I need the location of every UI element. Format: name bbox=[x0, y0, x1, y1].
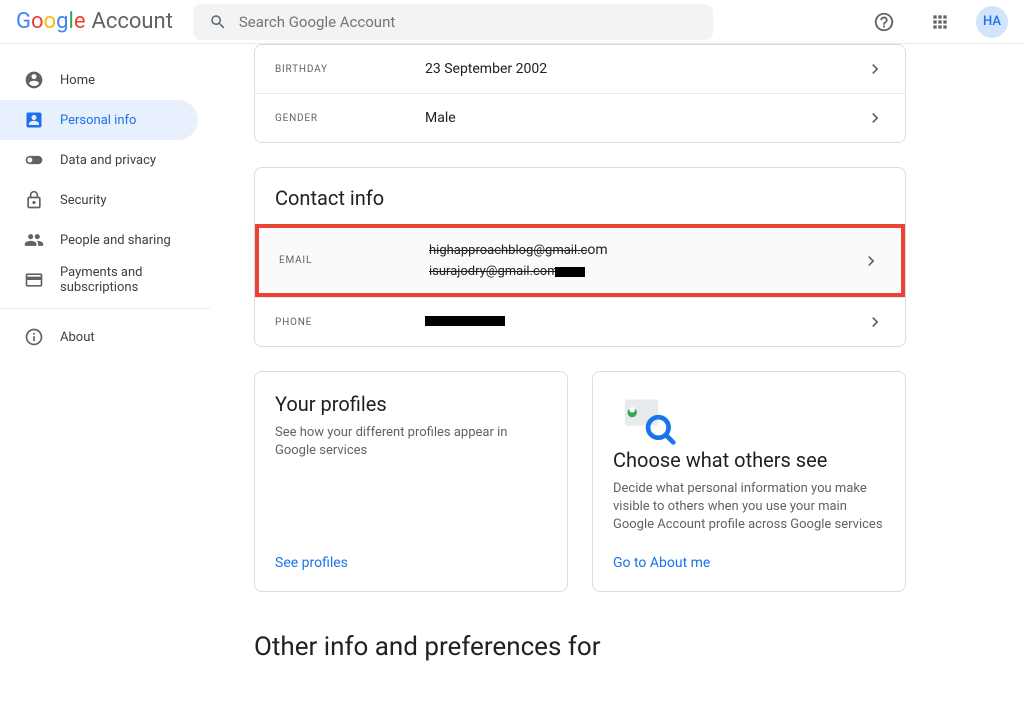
go-about-me-link[interactable]: Go to About me bbox=[613, 555, 885, 571]
people-icon bbox=[24, 230, 44, 250]
sidebar-item-label: Personal info bbox=[60, 113, 136, 128]
profile-search-icon bbox=[621, 392, 677, 448]
sidebar-item-label: Payments and subscriptions bbox=[60, 265, 174, 295]
avatar[interactable]: HA bbox=[976, 6, 1008, 38]
sidebar: Home Personal info Data and privacy Secu… bbox=[0, 44, 210, 702]
lock-icon bbox=[24, 190, 44, 210]
info-icon bbox=[24, 327, 44, 347]
email-label: EMAIL bbox=[279, 255, 429, 266]
your-profiles-desc: See how your different profiles appear i… bbox=[275, 424, 547, 460]
chevron-right-icon bbox=[865, 59, 885, 79]
phone-value bbox=[425, 314, 865, 330]
other-info-heading: Other info and preferences for bbox=[254, 632, 906, 662]
chevron-right-icon bbox=[861, 251, 881, 271]
sidebar-item-data-privacy[interactable]: Data and privacy bbox=[0, 140, 198, 180]
basic-info-card: BIRTHDAY 23 September 2002 GENDER Male bbox=[254, 44, 906, 143]
sidebar-item-label: People and sharing bbox=[60, 233, 171, 248]
sidebar-item-label: Data and privacy bbox=[60, 153, 156, 168]
sidebar-item-label: About bbox=[60, 330, 95, 345]
sidebar-item-home[interactable]: Home bbox=[0, 60, 198, 100]
birthday-row[interactable]: BIRTHDAY 23 September 2002 bbox=[255, 45, 905, 93]
help-icon[interactable] bbox=[864, 2, 904, 42]
choose-others-desc: Decide what personal information you mak… bbox=[613, 480, 885, 535]
id-card-icon bbox=[24, 110, 44, 130]
sidebar-item-security[interactable]: Security bbox=[0, 180, 198, 220]
sidebar-item-label: Security bbox=[60, 193, 107, 208]
your-profiles-card: Your profiles See how your different pro… bbox=[254, 371, 568, 592]
sidebar-item-people-sharing[interactable]: People and sharing bbox=[0, 220, 198, 260]
birthday-value: 23 September 2002 bbox=[425, 61, 865, 77]
phone-row[interactable]: PHONE bbox=[255, 297, 905, 346]
phone-label: PHONE bbox=[275, 317, 425, 328]
person-circle-icon bbox=[24, 70, 44, 90]
gender-label: GENDER bbox=[275, 113, 425, 124]
gender-row[interactable]: GENDER Male bbox=[255, 93, 905, 142]
your-profiles-title: Your profiles bbox=[275, 392, 547, 416]
apps-icon[interactable] bbox=[920, 2, 960, 42]
search-icon bbox=[209, 13, 227, 31]
contact-info-card: Contact info EMAIL highapproachblog@gmai… bbox=[254, 167, 906, 347]
search-input[interactable] bbox=[239, 13, 697, 31]
see-profiles-link[interactable]: See profiles bbox=[275, 555, 547, 571]
chevron-right-icon bbox=[865, 312, 885, 332]
choose-others-title: Choose what others see bbox=[613, 448, 885, 472]
contact-info-title: Contact info bbox=[255, 168, 905, 224]
gender-value: Male bbox=[425, 110, 865, 126]
toggle-icon bbox=[24, 150, 44, 170]
email-value: highapproachblog@gmail.com isurajodry@gm… bbox=[429, 242, 861, 279]
sidebar-item-personal-info[interactable]: Personal info bbox=[0, 100, 198, 140]
search-box[interactable] bbox=[193, 4, 713, 40]
choose-others-card: Choose what others see Decide what perso… bbox=[592, 371, 906, 592]
chevron-right-icon bbox=[865, 108, 885, 128]
sidebar-item-label: Home bbox=[60, 73, 95, 88]
card-icon bbox=[24, 270, 44, 290]
sidebar-item-about[interactable]: About bbox=[0, 317, 198, 357]
divider bbox=[0, 308, 210, 309]
sidebar-item-payments[interactable]: Payments and subscriptions bbox=[0, 260, 198, 300]
google-logo[interactable]: Google Account bbox=[16, 9, 173, 34]
email-row[interactable]: EMAIL highapproachblog@gmail.com isurajo… bbox=[255, 224, 905, 297]
birthday-label: BIRTHDAY bbox=[275, 64, 425, 75]
